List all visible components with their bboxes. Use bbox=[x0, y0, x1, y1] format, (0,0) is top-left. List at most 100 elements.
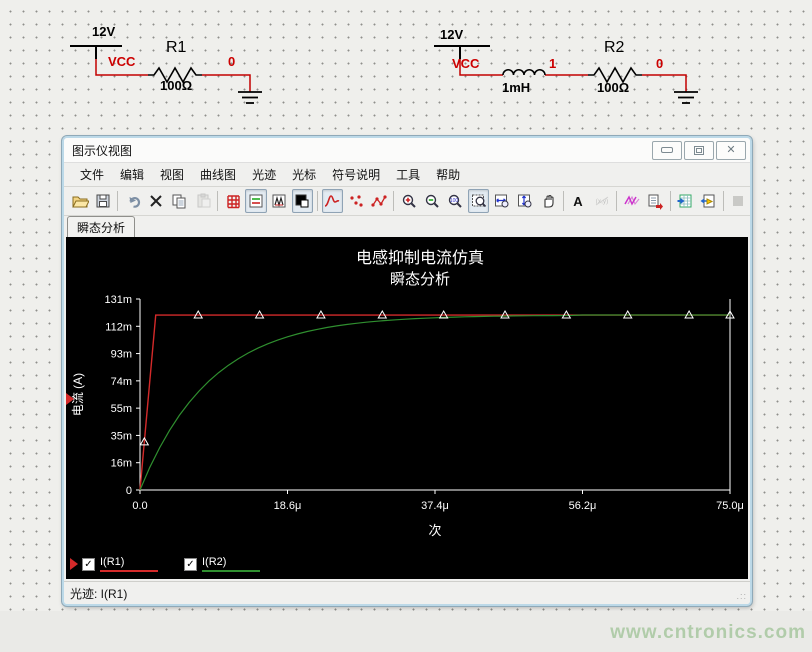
undo-icon bbox=[124, 192, 142, 210]
toolbar-separator bbox=[670, 191, 671, 211]
inductor-symbol[interactable] bbox=[503, 70, 545, 75]
zoom-x-button[interactable] bbox=[491, 189, 512, 213]
trace-visibility-checkbox[interactable]: ✓ bbox=[184, 558, 197, 571]
source2-voltage-label[interactable]: 12V bbox=[440, 28, 463, 41]
trace-ir1 bbox=[140, 315, 730, 490]
toolbar-separator bbox=[117, 191, 118, 211]
line-plot-button[interactable] bbox=[322, 189, 343, 213]
zoom-select-button[interactable] bbox=[468, 189, 489, 213]
ground-symbol-2[interactable] bbox=[674, 92, 698, 103]
resistor2-value[interactable]: 100Ω bbox=[597, 81, 629, 94]
export-report-button[interactable] bbox=[698, 189, 719, 213]
open-file-button[interactable] bbox=[69, 189, 90, 213]
zoom-in-icon bbox=[400, 192, 418, 210]
resistor1-refdes[interactable]: R1 bbox=[166, 40, 186, 56]
zoom-restore-icon: 100 bbox=[446, 192, 464, 210]
ground-symbol-1[interactable] bbox=[238, 92, 262, 103]
invert-colors-button[interactable] bbox=[292, 189, 313, 213]
grid-icon bbox=[224, 192, 242, 210]
menu-help[interactable]: 帮助 bbox=[428, 164, 468, 185]
menu-trace[interactable]: 光迹 bbox=[244, 164, 284, 185]
y-tick-label: 93m bbox=[111, 349, 132, 361]
legend-label: I(R1) bbox=[100, 556, 158, 571]
show-legend-button[interactable] bbox=[245, 189, 266, 213]
pan-hand-button[interactable] bbox=[538, 189, 559, 213]
inductor-value[interactable]: 1mH bbox=[502, 81, 530, 94]
menu-legend[interactable]: 符号说明 bbox=[324, 164, 388, 185]
toolbar-separator bbox=[616, 191, 617, 211]
copy-button[interactable] bbox=[169, 189, 190, 213]
export-report-icon bbox=[699, 192, 717, 210]
overlay-traces-icon bbox=[623, 192, 641, 210]
restore-button[interactable] bbox=[684, 141, 714, 160]
zoom-restore-button[interactable]: 100 bbox=[445, 189, 466, 213]
export-excel-icon bbox=[676, 192, 694, 210]
chart-subtitle: 瞬态分析 bbox=[390, 271, 450, 288]
zoom-out-icon bbox=[423, 192, 441, 210]
menubar: 文件编辑视图曲线图光迹光标符号说明工具帮助 bbox=[64, 162, 750, 187]
transient-plot: 电感抑制电流仿真瞬态分析016m35m55m74m93m112m131m0.01… bbox=[66, 237, 750, 551]
line-plot-icon bbox=[323, 192, 341, 210]
stop-button[interactable] bbox=[728, 189, 749, 213]
zoom-y-button[interactable] bbox=[514, 189, 535, 213]
overlay-traces-button[interactable] bbox=[621, 189, 642, 213]
tabbar: 瞬态分析 bbox=[64, 216, 750, 237]
minimize-button[interactable] bbox=[652, 141, 682, 160]
scatter-line-icon bbox=[370, 192, 388, 210]
chart-area[interactable]: 电感抑制电流仿真瞬态分析016m35m55m74m93m112m131m0.01… bbox=[66, 237, 748, 579]
net-vcc-label-2[interactable]: VCC bbox=[452, 57, 479, 70]
net-0-label-2[interactable]: 0 bbox=[656, 57, 663, 70]
window-title: 图示仪视图 bbox=[72, 142, 650, 159]
resize-grip[interactable]: .:: bbox=[736, 591, 747, 601]
delete-button[interactable] bbox=[146, 189, 167, 213]
close-button[interactable]: ✕ bbox=[716, 141, 746, 160]
legend-text: I(R2) bbox=[202, 556, 260, 568]
menu-cursor[interactable]: 光标 bbox=[284, 164, 324, 185]
selected-trace-arrow bbox=[66, 393, 74, 405]
net-1-label[interactable]: 1 bbox=[549, 57, 556, 70]
grid-button[interactable] bbox=[222, 189, 243, 213]
x-tick-label: 0.0 bbox=[132, 500, 147, 512]
x-tick-label: 56.2μ bbox=[569, 500, 597, 512]
menu-edit[interactable]: 编辑 bbox=[112, 164, 152, 185]
y-tick-label: 131m bbox=[104, 294, 132, 306]
menu-file[interactable]: 文件 bbox=[72, 164, 112, 185]
paste-button[interactable] bbox=[192, 189, 213, 213]
undo-button[interactable] bbox=[122, 189, 143, 213]
y-tick-label: 0 bbox=[126, 485, 132, 497]
window-titlebar[interactable]: 图示仪视图 ✕ bbox=[64, 138, 750, 162]
scatter-line-button[interactable] bbox=[368, 189, 389, 213]
zoom-out-button[interactable] bbox=[422, 189, 443, 213]
trace-visibility-checkbox[interactable]: ✓ bbox=[82, 558, 95, 571]
text-annotation-icon: A bbox=[569, 192, 587, 210]
axes-properties-icon bbox=[270, 192, 288, 210]
show-legend-icon bbox=[247, 192, 265, 210]
net-0-label-1[interactable]: 0 bbox=[228, 55, 235, 68]
menu-graph[interactable]: 曲线图 bbox=[192, 164, 244, 185]
zoom-in-button[interactable] bbox=[398, 189, 419, 213]
cursors-button[interactable]: (x,y) bbox=[591, 189, 612, 213]
legend-entry-ir2: ✓ I(R2) bbox=[184, 556, 260, 571]
scatter-plot-button[interactable] bbox=[345, 189, 366, 213]
axes-properties-button[interactable] bbox=[269, 189, 290, 213]
stop-icon bbox=[729, 192, 747, 210]
save-button[interactable] bbox=[92, 189, 113, 213]
chart-legend: ✓ I(R1) ✓ I(R2) bbox=[66, 551, 748, 577]
menu-view[interactable]: 视图 bbox=[152, 164, 192, 185]
resistor2-refdes[interactable]: R2 bbox=[604, 40, 624, 56]
text-annotation-button[interactable]: A bbox=[568, 189, 589, 213]
resistor1-value[interactable]: 100Ω bbox=[160, 79, 192, 92]
svg-text:A: A bbox=[574, 194, 584, 209]
wire-red-right[interactable] bbox=[460, 59, 686, 92]
status-text: 光迹: I(R1) bbox=[70, 585, 127, 602]
source1-voltage-label[interactable]: 12V bbox=[92, 25, 115, 38]
export-data-button[interactable] bbox=[644, 189, 665, 213]
plot-frame bbox=[140, 299, 730, 490]
menu-tools[interactable]: 工具 bbox=[388, 164, 428, 185]
pan-hand-icon bbox=[539, 192, 557, 210]
net-vcc-label-1[interactable]: VCC bbox=[108, 55, 135, 68]
zoom-y-icon bbox=[516, 192, 534, 210]
export-excel-button[interactable] bbox=[674, 189, 695, 213]
restore-icon bbox=[694, 146, 704, 155]
tab-transient-analysis[interactable]: 瞬态分析 bbox=[67, 216, 135, 238]
